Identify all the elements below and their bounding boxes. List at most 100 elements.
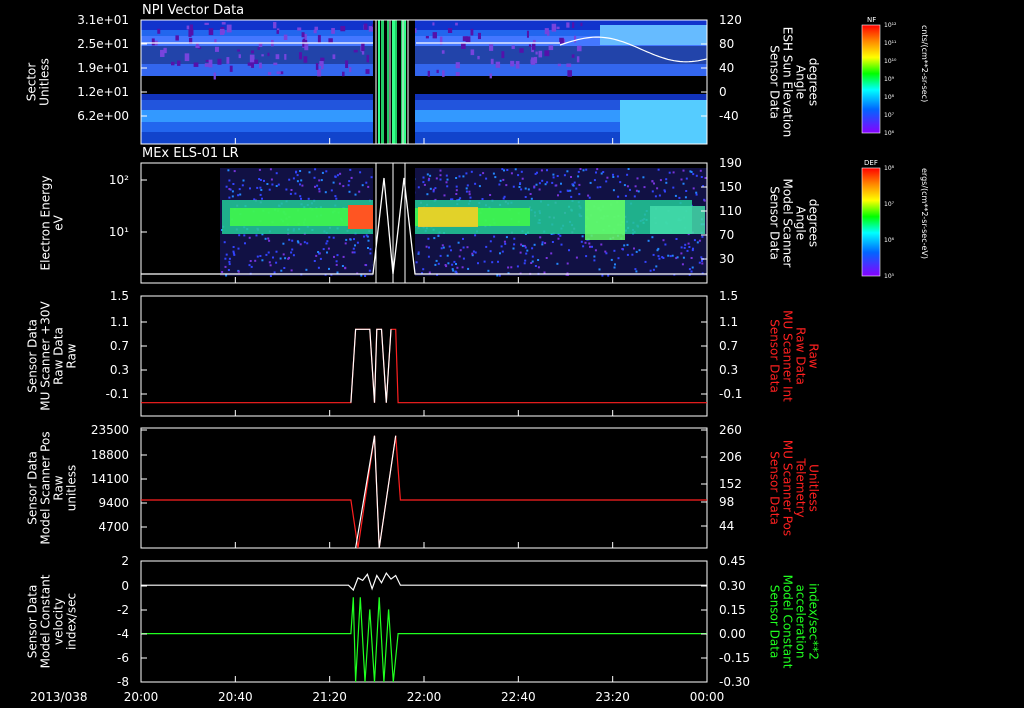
heatmap-pixel [297,241,300,244]
heatmap-pixel [633,247,635,250]
ylabel-line: Sector [25,63,39,102]
heatmap-pixel [688,246,691,248]
heatmap-pixel [678,196,681,199]
heatmap-pixel [531,260,534,263]
colorbar-nf: NF 10¹² 10¹¹ 10¹⁰ 10⁹ 10⁸ 10⁷ 10⁶ cnts/(cm**2-… [861,16,929,137]
heatmap-pixel [285,188,288,191]
heatmap-pixel [335,263,338,266]
heatmap-speck [551,23,557,32]
ytick-label: 10¹ [109,225,129,239]
heatmap-pixel [479,174,482,177]
colorbar-tick-label: 10⁷ [884,112,895,119]
heatmap-pixel [690,171,693,173]
heatmap-pixel [623,184,626,187]
heatmap-pixel [292,254,295,257]
heatmap-pixel [221,271,224,273]
heatmap-pixel [649,269,652,272]
heatmap-pixel [452,269,455,272]
heatmap-pixel [494,176,497,179]
heatmap-pixel [427,237,430,240]
heatmap-pixel [513,243,516,246]
ylabel-line: Raw [52,475,66,500]
colorbar-tick-label: 10⁷ [884,201,895,208]
heatmap-pixel [566,262,569,265]
heatmap-pixel [320,179,323,182]
ytick-label: 1.2e+01 [77,85,129,99]
ytick-right-label: 0.30 [719,579,746,593]
heatmap-pixel [347,184,350,187]
heatmap-pixel [455,177,458,179]
heatmap-pixel [499,179,502,182]
ytick-right-label: 0.15 [719,603,746,617]
heatmap-pixel [339,172,342,175]
colorbar-tick-label: 10⁹ [884,76,895,83]
heatmap-speck [193,62,199,67]
heatmap-pixel [433,237,436,240]
heatmap-pixel [288,238,291,241]
heatmap-pixel [243,234,246,237]
heatmap-pixel [267,237,270,240]
heatmap-pixel [672,171,675,174]
heatmap-pixel [335,197,338,200]
heatmap-pixel [289,192,292,195]
heatmap-speck [345,60,349,69]
heatmap-pixel [573,181,576,184]
heatmap-pixel [682,182,685,185]
heatmap-pixel [442,246,445,249]
ylabel-line: velocity [52,598,66,645]
heatmap-pixel [477,262,479,265]
panel-title: NPI Vector Data [142,3,244,18]
heatmap-streak [381,20,384,144]
heatmap-pixel [634,268,637,271]
heatmap-pixel [637,190,640,193]
heatmap-pixel [493,235,496,238]
heatmap-npi [141,20,707,144]
heatmap-pixel [656,187,659,190]
heatmap-pixel [370,176,373,179]
ytick-right-label: 0.7 [719,339,738,353]
heatmap-pixel [352,247,355,250]
heatmap-pixel [483,260,486,263]
heatmap-streak [395,20,397,144]
heatmap-pixel [526,249,529,252]
heatmap-pixel [450,249,452,252]
heatmap-pixel [269,264,272,267]
ylabel-line: Model Scanner Pos [39,431,53,544]
heatmap-pixel [692,187,695,190]
ytick-right-label: -40 [719,109,739,123]
heatmap-pixel [647,239,650,242]
heatmap-pixel [570,176,572,178]
heatmap-pixel [626,173,629,176]
heatmap-pixel [242,179,245,182]
heatmap-pixel [682,256,685,259]
heatmap-pixel [502,178,505,181]
heatmap-speck [208,28,214,36]
heatmap-pixel [658,257,661,260]
ytick-label: -0.1 [106,387,129,401]
heatmap-pixel [523,262,526,265]
ytick-label: -6 [117,651,129,665]
heatmap-pixel [225,185,228,188]
heatmap-pixel [658,194,661,197]
ytick-right-label: 44 [719,519,734,533]
heatmap-pixel [295,171,297,174]
heatmap-speck [495,61,501,68]
heatmap-warm [418,207,478,227]
heatmap-pixel [559,190,562,193]
heatmap-pixel [227,169,230,172]
heatmap-speck [257,47,260,50]
heatmap-pixel [349,238,352,241]
heatmap-pixel [336,254,339,257]
heatmap-pixel [654,195,657,198]
ylabel-right-line: MU Scanner Pos [781,440,795,536]
heatmap-pixel [657,247,660,250]
ylabel-line: unitless [65,465,79,511]
heatmap-pixel [448,245,451,248]
heatmap-speck [177,60,181,66]
heatmap-pixel [680,246,683,249]
heatmap-pixel [613,249,616,252]
heatmap-pixel [434,263,437,266]
heatmap-pixel [365,234,368,237]
heatmap-pixel [471,252,474,255]
ytick-right-label: -0.15 [719,651,750,665]
